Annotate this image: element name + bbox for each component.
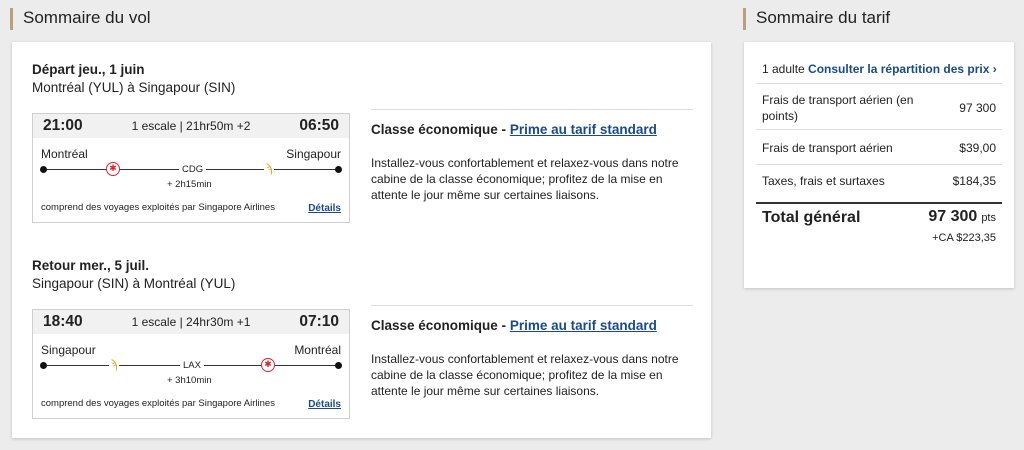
cabin-label: Classe économique - <box>371 122 507 137</box>
maple-leaf-icon: ✱ <box>106 162 120 176</box>
fare-row-value: $184,35 <box>952 174 996 188</box>
operated-by-note: comprend des voyages exploités par Singa… <box>41 202 275 213</box>
fare-row-value: $39,00 <box>959 141 996 155</box>
fare-summary-panel: 1 adulte Consulter la répartition des pr… <box>744 42 1014 288</box>
itinerary-card: 21:00 1 escale | 21hr50m +2 06:50 Montré… <box>32 113 350 223</box>
destination-dot <box>335 166 342 173</box>
leg-heading: Départ jeu., 1 juin <box>32 62 145 77</box>
cabin-info: Classe économique - Prime au tarif stand… <box>371 109 693 203</box>
fare-row-label: Frais de transport aérien <box>762 141 893 155</box>
total-cash: +CA $223,35 <box>932 232 996 244</box>
bird-logo-icon: ϡ <box>109 357 119 371</box>
fare-type-link[interactable]: Prime au tarif standard <box>510 122 657 137</box>
fare-summary-title: Sommaire du tarif <box>743 8 890 30</box>
maple-leaf-icon: ✱ <box>261 358 275 372</box>
cabin-title: Classe économique - Prime au tarif stand… <box>371 318 693 333</box>
flight-summary-panel: Départ jeu., 1 juin Montréal (YUL) à Sin… <box>12 42 711 438</box>
cabin-info: Classe économique - Prime au tarif stand… <box>371 305 693 399</box>
return-leg: Retour mer., 5 juil. Singapour (SIN) à M… <box>32 258 694 419</box>
depart-time: 18:40 <box>43 313 83 330</box>
layover-duration: + 2h15min <box>167 179 212 190</box>
fare-row-label: Taxes, frais et surtaxes <box>762 174 885 188</box>
destination-dot <box>335 362 342 369</box>
details-link[interactable]: Détails <box>308 203 341 214</box>
city-labels: Montréal Singapour <box>41 147 341 161</box>
origin-city: Singapour <box>41 343 96 357</box>
itinerary-card-header: 18:40 1 escale | 24hr30m +1 07:10 <box>33 310 349 334</box>
total-divider <box>756 202 1002 204</box>
city-labels: Singapour Montréal <box>41 343 341 357</box>
total-points: 97 300 pts <box>928 208 996 226</box>
details-link[interactable]: Détails <box>308 399 341 410</box>
passenger-count: 1 adulte <box>762 62 805 76</box>
divider <box>756 129 1002 130</box>
cabin-description: Installez-vous confortablement et relaxe… <box>371 352 679 398</box>
fare-type-link[interactable]: Prime au tarif standard <box>510 318 657 333</box>
fare-row-value: 97 300 <box>959 101 996 115</box>
connection-airport: LAX <box>180 360 204 371</box>
chevron-right-icon: › <box>992 62 997 76</box>
flight-summary-title: Sommaire du vol <box>10 8 151 30</box>
depart-time: 21:00 <box>43 117 83 134</box>
fare-row: Frais de transport aérien $39,00 <box>762 140 996 156</box>
origin-dot <box>40 362 47 369</box>
leg-route: Montréal (YUL) à Singapour (SIN) <box>32 80 236 95</box>
passenger-row: 1 adulte Consulter la répartition des pr… <box>762 62 997 76</box>
destination-city: Montréal <box>294 343 341 357</box>
total-points-value: 97 300 <box>928 208 978 225</box>
price-breakdown-label: Consulter la répartition des prix <box>808 62 990 76</box>
bird-logo-icon: ϡ <box>264 161 274 175</box>
cabin-title: Classe économique - Prime au tarif stand… <box>371 122 693 137</box>
price-breakdown-link[interactable]: Consulter la répartition des prix › <box>808 62 997 76</box>
points-unit: pts <box>981 212 996 224</box>
arrive-time: 06:50 <box>299 117 339 134</box>
layover-duration: + 3h10min <box>167 375 212 386</box>
origin-city: Montréal <box>41 147 88 161</box>
operated-by-note: comprend des voyages exploités par Singa… <box>41 398 275 409</box>
itinerary-card-header: 21:00 1 escale | 21hr50m +2 06:50 <box>33 114 349 138</box>
fare-row: Taxes, frais et surtaxes $184,35 <box>762 173 996 189</box>
leg-route: Singapour (SIN) à Montréal (YUL) <box>32 276 236 291</box>
total-label: Total général <box>762 209 861 226</box>
origin-dot <box>40 166 47 173</box>
connection-airport: CDG <box>179 164 207 175</box>
divider <box>756 83 1002 84</box>
leg-heading: Retour mer., 5 juil. <box>32 258 150 273</box>
stops-duration: 1 escale | 21hr50m +2 <box>131 119 251 133</box>
fare-row-label: Frais de transport aérien (en points) <box>762 93 914 123</box>
cabin-label: Classe économique - <box>371 318 507 333</box>
divider <box>756 164 1002 165</box>
destination-city: Singapour <box>286 147 341 161</box>
stops-duration: 1 escale | 24hr30m +1 <box>131 315 251 329</box>
arrive-time: 07:10 <box>299 313 339 330</box>
outbound-leg: Départ jeu., 1 juin Montréal (YUL) à Sin… <box>32 62 694 223</box>
fare-row: Frais de transport aérien (en points) 97… <box>762 92 996 124</box>
cabin-description: Installez-vous confortablement et relaxe… <box>371 156 679 202</box>
itinerary-card: 18:40 1 escale | 24hr30m +1 07:10 Singap… <box>32 309 350 419</box>
